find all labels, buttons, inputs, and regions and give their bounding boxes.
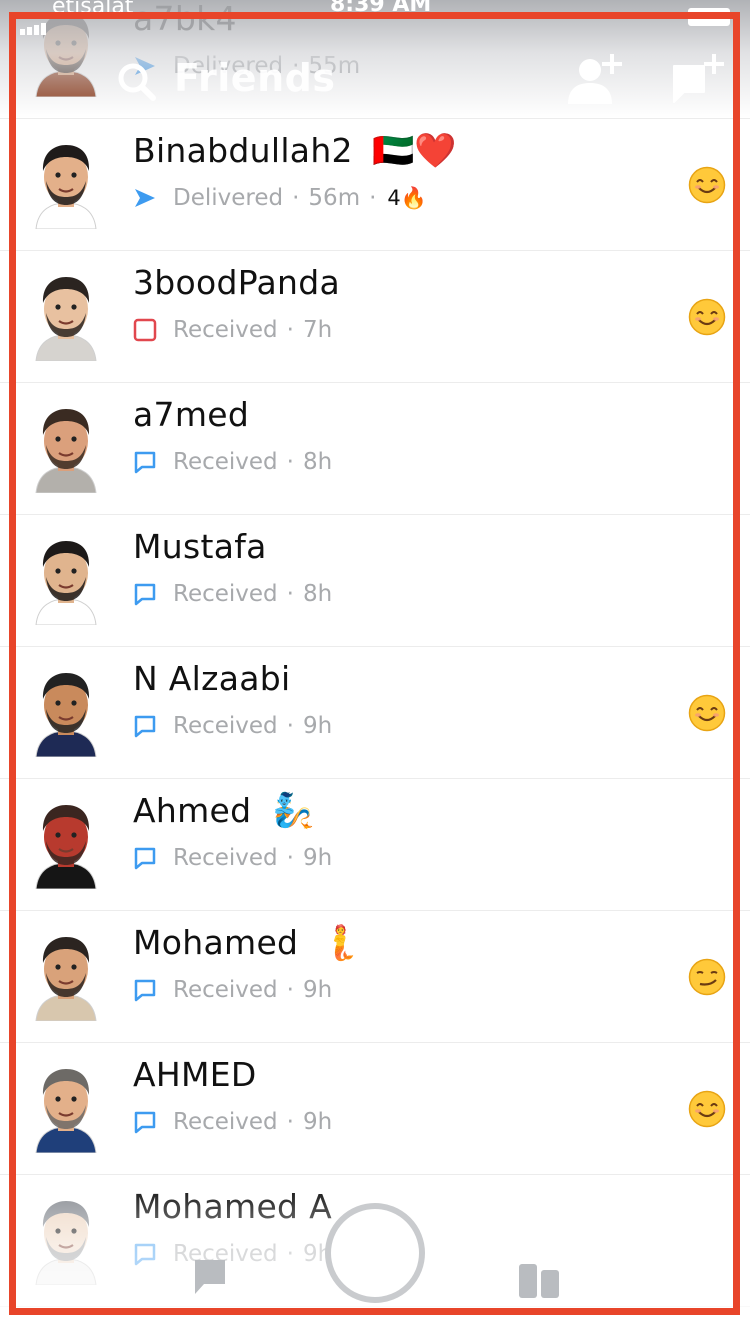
bitmoji-avatar[interactable] <box>30 273 102 362</box>
chat-status: Received · 9h <box>133 975 332 1005</box>
status-text: Delivered <box>173 185 284 211</box>
chat-status: Delivered · 56m · 4🔥 <box>133 183 427 213</box>
status-text: Received <box>173 977 278 1003</box>
capture-button[interactable] <box>325 1203 425 1303</box>
delivered-arrow-icon <box>133 186 157 210</box>
friend-row[interactable]: Binabdullah2 🇦🇪❤️ Delivered · 56m · 4🔥 <box>0 119 750 251</box>
received-chat-icon <box>133 846 157 870</box>
name-emoji: 🇦🇪❤️ <box>372 131 457 171</box>
friend-row[interactable]: a7med Received · 8h <box>0 383 750 515</box>
status-time: 9h <box>302 977 333 1003</box>
separator-dot: · <box>286 845 294 871</box>
name-emoji: 🧞 <box>272 791 315 831</box>
status-text: Received <box>173 713 278 739</box>
name-emoji: 🧜 <box>319 923 362 963</box>
friend-row[interactable]: N Alzaabi Received · 9h <box>0 647 750 779</box>
bitmoji-avatar[interactable] <box>30 141 102 230</box>
status-text: Received <box>173 581 278 607</box>
status-text: Received <box>173 317 278 343</box>
smile-emoji-icon <box>688 298 726 336</box>
chat-nav-icon[interactable] <box>192 1257 228 1297</box>
status-time: 9h <box>302 713 333 739</box>
separator-dot: · <box>369 185 377 211</box>
bitmoji-avatar[interactable] <box>30 405 102 494</box>
friend-name: a7med <box>133 395 250 434</box>
received-chat-icon <box>133 450 157 474</box>
status-text: Received <box>173 845 278 871</box>
friend-name: N Alzaabi <box>133 659 291 698</box>
chat-status: Received · 8h <box>133 447 332 477</box>
status-bar: etisalat 8:39 AM <box>0 0 750 35</box>
friend-name: AHMED <box>133 1055 257 1094</box>
friend-row[interactable]: Mohamed 🧜 Received · 9h <box>0 911 750 1043</box>
bitmoji-avatar[interactable] <box>30 1065 102 1154</box>
smile-emoji-icon <box>688 1090 726 1128</box>
new-chat-icon[interactable] <box>670 52 728 106</box>
status-time: 8h <box>302 449 333 475</box>
received-chat-icon <box>133 978 157 1002</box>
smile-emoji-icon <box>688 694 726 732</box>
friend-row[interactable]: Mustafa Received · 8h <box>0 515 750 647</box>
battery-icon <box>688 8 730 26</box>
friend-row[interactable]: Ahmed 🧞 Received · 9h <box>0 779 750 911</box>
separator-dot: · <box>286 317 294 343</box>
add-friend-icon[interactable] <box>566 52 626 106</box>
received-chat-icon <box>133 714 157 738</box>
friend-row[interactable]: AHMED Received · 9h <box>0 1043 750 1175</box>
received-chat-icon <box>133 1110 157 1134</box>
status-text: Received <box>173 449 278 475</box>
bitmoji-avatar[interactable] <box>30 933 102 1022</box>
separator-dot: · <box>286 449 294 475</box>
chat-status: Received · 8h <box>133 579 332 609</box>
status-text: Received <box>173 1109 278 1135</box>
status-time: 56m <box>308 185 361 211</box>
header-bar: etisalat 8:39 AM Friends <box>0 0 750 118</box>
friend-name: Binabdullah2 <box>133 131 353 170</box>
search-icon[interactable] <box>117 62 157 102</box>
chat-status: Received · 9h <box>133 1107 332 1137</box>
chat-status: Received · 7h <box>133 315 332 345</box>
carrier-label: etisalat <box>52 0 134 19</box>
page-title: Friends <box>174 56 336 100</box>
received-snap-icon <box>133 318 157 342</box>
separator-dot: · <box>286 1109 294 1135</box>
status-time: 7h <box>302 317 333 343</box>
status-time: 9h <box>302 845 333 871</box>
status-time: 8h <box>302 581 333 607</box>
chat-status: Received · 9h <box>133 711 332 741</box>
friend-name: Mustafa <box>133 527 267 566</box>
bottom-nav <box>0 1185 750 1334</box>
separator-dot: · <box>286 581 294 607</box>
separator-dot: · <box>292 185 300 211</box>
status-time: 8:39 AM <box>330 0 432 17</box>
friend-name: Mohamed <box>133 923 299 962</box>
bitmoji-avatar[interactable] <box>30 801 102 890</box>
friends-screen: a7bk4Delivered·55m Binabdullah2🇦🇪❤️Deliv… <box>0 0 750 1334</box>
chat-status: Received · 9h <box>133 843 332 873</box>
friend-name: Ahmed <box>133 791 252 830</box>
signal-icon <box>20 10 48 35</box>
friend-row[interactable]: 3boodPanda Received · 7h <box>0 251 750 383</box>
bitmoji-avatar[interactable] <box>30 669 102 758</box>
separator-dot: · <box>286 977 294 1003</box>
discover-nav-icon[interactable] <box>518 1263 560 1299</box>
snapstreak-count: 4🔥 <box>387 185 427 210</box>
smirk-emoji-icon <box>688 958 726 996</box>
friend-name: 3boodPanda <box>133 263 340 302</box>
separator-dot: · <box>286 713 294 739</box>
bitmoji-avatar[interactable] <box>30 537 102 626</box>
received-chat-icon <box>133 582 157 606</box>
status-time: 9h <box>302 1109 333 1135</box>
smile-emoji-icon <box>688 166 726 204</box>
